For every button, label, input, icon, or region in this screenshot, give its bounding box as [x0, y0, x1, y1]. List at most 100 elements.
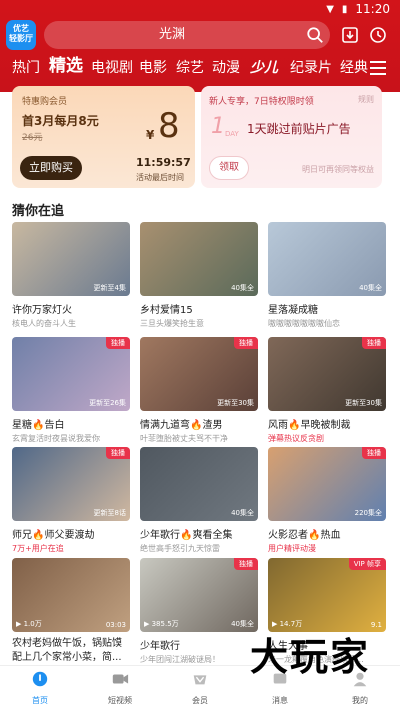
home-icon	[32, 671, 48, 687]
tab-hot[interactable]: 热门	[12, 57, 40, 79]
search-icon[interactable]	[306, 26, 324, 44]
newuser-promo-card[interactable]: 新人专享，7日特权限时领 规则 1 DAY 1天跳过前贴片广告 领取 明日可再领…	[201, 86, 382, 188]
tab-featured[interactable]: 精选	[49, 55, 83, 77]
tab-anime[interactable]: 动漫	[212, 57, 240, 79]
card-subtitle: 绝世高手怒引九天惊雷	[140, 544, 220, 553]
watermark: 大玩家	[249, 635, 370, 679]
episode-badge: 更新至30集	[217, 399, 254, 407]
tab-variety[interactable]: 综艺	[176, 57, 204, 79]
episode-badge: 9.1	[370, 621, 382, 629]
countdown-timer: 11:59:57	[136, 156, 191, 169]
promo-label: 特惠购会员	[22, 97, 68, 107]
card-thumbnail[interactable]: 独播更新至8话	[12, 447, 130, 521]
vip-promo-card[interactable]: 特惠购会员 首3月每月8元 26元 ¥ 8 立即购买 11:59:57 活动最后…	[12, 86, 195, 188]
exclusive-tag: 独播	[362, 337, 386, 349]
tab-classic[interactable]: 经典	[340, 57, 368, 79]
nav-messages-label: 消息	[272, 696, 288, 705]
card-subtitle: 弹幕热议反贪剧	[268, 434, 324, 443]
content-card[interactable]: 独播 220集全 火影忍者🔥热血 用户精评动漫	[268, 447, 386, 554]
content-card[interactable]: 40集全少年歌行🔥爽看全集 绝世高手怒引九天惊雷	[140, 447, 258, 554]
card-thumbnail[interactable]: 40集全	[140, 447, 258, 521]
episode-badge: 更新至8话	[93, 509, 126, 517]
tab-tv[interactable]: 电视剧	[91, 57, 133, 79]
card-thumbnail[interactable]: 独播 更新至30集	[268, 337, 386, 411]
card-thumbnail[interactable]: ▶ 1.0万 03:03	[12, 558, 130, 632]
wifi-icon: ▼	[326, 3, 334, 15]
card-subtitle: 核电人的奋斗人生	[12, 319, 76, 328]
tab-movie[interactable]: 电影	[139, 57, 167, 79]
newuser-title: 1天跳过前贴片广告	[247, 122, 351, 136]
card-thumbnail[interactable]: 更新至4集	[12, 222, 130, 296]
card-thumbnail[interactable]: VIP 帧享 ▶ 14.7万 9.1	[268, 558, 386, 632]
promo-banner: 特惠购会员 首3月每月8元 26元 ¥ 8 立即购买 11:59:57 活动最后…	[12, 86, 382, 188]
episode-badge: 40集全	[359, 284, 382, 292]
episode-badge: 40集全	[231, 284, 254, 292]
content-card[interactable]: 独播 更新至30集 情满九道弯🔥渣男 叶菲堕胎被丈夫骂不干净	[140, 337, 258, 444]
day-label: DAY	[225, 130, 239, 138]
download-icon[interactable]	[340, 25, 360, 45]
exclusive-tag: VIP 帧享	[348, 558, 386, 570]
status-time: 11:20	[355, 2, 390, 16]
exclusive-tag: 独播	[106, 447, 130, 459]
content-card[interactable]: 40集全乡村爱情15 三旦头爆笑抢生意	[140, 222, 258, 329]
card-subtitle: 三旦头爆笑抢生意	[140, 319, 204, 328]
card-title: 乡村爱情15	[140, 305, 193, 316]
history-icon[interactable]	[368, 25, 388, 45]
buy-now-button[interactable]: 立即购买	[20, 156, 82, 180]
search-text: 光渊	[158, 27, 185, 42]
episode-badge: 220集全	[354, 509, 382, 517]
day-number: 1	[211, 114, 225, 139]
exclusive-tag: 独播	[362, 447, 386, 459]
content-card[interactable]: 独播 ▶ 385.5万 40集全 少年歌行 少年团闯江湖破谜局！	[140, 558, 258, 665]
episode-badge: 03:03	[105, 621, 126, 629]
card-thumbnail[interactable]: 独播 更新至26集	[12, 337, 130, 411]
content-card[interactable]: 40集全 星落凝成糖 嗷嗷嗷嗷嗷嗷嗷仙恋	[268, 222, 386, 329]
claim-button[interactable]: 领取	[209, 156, 249, 180]
content-card[interactable]: 独播 更新至30集 风雨🔥早晚被制裁 弹幕热议反贪剧	[268, 337, 386, 444]
exclusive-tag: 独播	[234, 558, 258, 570]
card-title: 少年歌行	[140, 641, 180, 652]
currency-symbol: ¥	[146, 128, 155, 142]
card-title: 农村老妈做午饭，锅贴馍配上几个家常小菜，简...	[12, 638, 122, 663]
tab-kids[interactable]: 少儿	[250, 57, 278, 79]
claim-note: 明日可再领同等权益	[302, 165, 374, 174]
section-title: 猜你在追	[12, 204, 65, 219]
nav-home-label: 首页	[32, 696, 48, 705]
rules-link[interactable]: 规则	[358, 94, 374, 105]
nav-profile-label: 我的	[352, 696, 368, 705]
content-card[interactable]: ▶ 1.0万 03:03 农村老妈做午饭，锅贴馍配上几个家常小菜，简...	[12, 558, 130, 665]
promo-price: 8	[158, 106, 180, 146]
app-header: ▼ ▮ 11:20 优艺 轻影厅 光渊 热门 精选 电视剧 电影 综艺 动漫 少儿	[0, 0, 400, 92]
nav-home[interactable]: 首页	[10, 670, 70, 706]
card-subtitle: 叶菲堕胎被丈夫骂不干净	[140, 434, 228, 443]
episode-badge: 更新至26集	[89, 399, 126, 407]
card-thumbnail[interactable]: 40集全	[140, 222, 258, 296]
content-card[interactable]: 独播 更新至26集 星糖🔥告白 玄霄复活时夜昙说我爱你	[12, 337, 130, 444]
vip-icon	[193, 675, 207, 685]
card-thumbnail[interactable]: 40集全	[268, 222, 386, 296]
newuser-label: 新人专享，7日特权限时领	[209, 97, 314, 107]
card-subtitle: 玄霄复活时夜昙说我爱你	[12, 434, 100, 443]
card-thumbnail[interactable]: 独播更新至30集	[140, 337, 258, 411]
card-title: 火影忍者🔥热血	[268, 530, 341, 541]
promo-title: 首3月每月8元	[22, 114, 99, 128]
app-logo[interactable]: 优艺 轻影厅	[6, 20, 36, 50]
status-bar: ▼ ▮ 11:20	[0, 0, 400, 18]
menu-icon[interactable]	[370, 61, 386, 75]
nav-shortvideo[interactable]: 短视频	[90, 670, 150, 706]
card-title: 师兄🔥师父要渡劫	[12, 530, 95, 541]
content-card[interactable]: 更新至4集 许你万家灯火 核电人的奋斗人生	[12, 222, 130, 329]
card-thumbnail[interactable]: 独播 220集全	[268, 447, 386, 521]
episode-badge: 40集全	[231, 509, 254, 517]
card-subtitle: 嗷嗷嗷嗷嗷嗷嗷仙恋	[268, 319, 340, 328]
category-tabs: 热门 精选 电视剧 电影 综艺 动漫 少儿 纪录片 经典	[0, 55, 400, 81]
search-bar[interactable]: 光渊	[44, 21, 330, 49]
nav-vip[interactable]: 会员	[170, 670, 230, 706]
content-card[interactable]: 独播更新至8话师兄🔥师父要渡劫 7万+用户在追	[12, 447, 130, 554]
card-thumbnail[interactable]: 独播 ▶ 385.5万 40集全	[140, 558, 258, 632]
battery-icon: ▮	[341, 3, 348, 15]
card-subtitle: 7万+用户在追	[12, 544, 64, 553]
tab-documentary[interactable]: 纪录片	[290, 57, 332, 79]
exclusive-tag: 独播	[234, 337, 258, 349]
card-title: 少年歌行🔥爽看全集	[140, 530, 233, 541]
